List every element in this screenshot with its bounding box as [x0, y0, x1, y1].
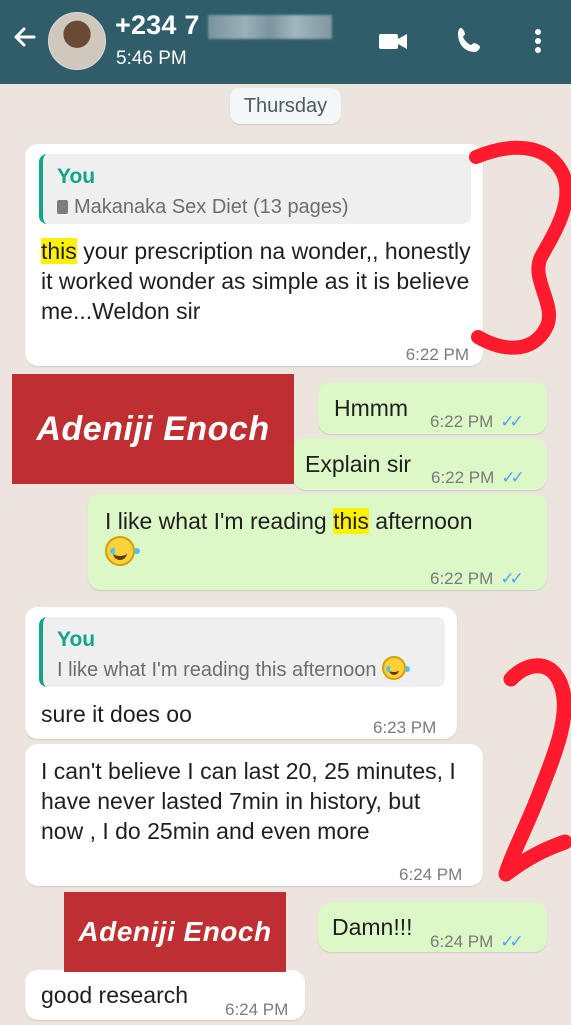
chat-header: +234 7 5:46 PM [0, 0, 571, 84]
message-text: I like what I'm reading this afternoon [105, 506, 535, 568]
phone-icon[interactable] [452, 24, 486, 58]
red-bracket-annotation [469, 140, 571, 355]
laughing-emoji-icon [105, 536, 140, 566]
message-text: good research [41, 982, 189, 1008]
search-highlight: this [41, 238, 77, 264]
quoted-message[interactable]: You Makanaka Sex Diet (13 pages) [39, 154, 471, 224]
message-time: 6:23 PM [373, 718, 437, 737]
avatar[interactable] [48, 12, 106, 70]
quote-text: Makanaka Sex Diet (13 pages) [57, 192, 349, 222]
message-time: 6:22 PM ✓✓ [430, 569, 524, 588]
more-vert-icon[interactable] [521, 24, 555, 58]
message-text: Hmmm [334, 395, 409, 421]
outgoing-message-bubble[interactable]: Explain sir 6:22 PM ✓✓ [293, 438, 547, 490]
search-highlight: this [333, 508, 369, 534]
message-time: 6:22 PM ✓✓ [431, 468, 525, 487]
incoming-message-bubble[interactable]: good research 6:24 PM [25, 970, 305, 1020]
message-text: I can't believe I can last 20, 25 minute… [41, 758, 456, 844]
incoming-message-bubble[interactable]: You I like what I'm reading this afterno… [25, 607, 457, 739]
read-receipt-icon: ✓✓ [501, 468, 524, 487]
watermark-label: Adeniji Enoch [12, 374, 294, 484]
read-receipt-icon: ✓✓ [500, 932, 523, 951]
read-receipt-icon: ✓✓ [500, 412, 523, 431]
video-call-icon[interactable] [376, 24, 410, 58]
date-separator: Thursday [230, 88, 341, 124]
contact-name[interactable]: +234 7 [115, 10, 200, 41]
message-time: 6:22 PM ✓✓ [430, 412, 524, 431]
message-text: Damn!!! [332, 914, 413, 940]
message-time: 6:24 PM [399, 865, 463, 884]
quoted-message[interactable]: You I like what I'm reading this afterno… [39, 617, 445, 687]
laughing-emoji-icon [382, 656, 411, 680]
arrow-left-icon[interactable] [10, 22, 40, 52]
message-time: 6:24 PM [225, 1000, 289, 1019]
watermark-label: Adeniji Enoch [64, 892, 286, 972]
outgoing-message-bubble[interactable]: Hmmm 6:22 PM ✓✓ [318, 382, 547, 434]
redacted-number-blur [208, 15, 332, 39]
quote-author: You [57, 628, 96, 651]
message-text: Explain sir [305, 451, 412, 477]
red-number-two-annotation [498, 658, 571, 882]
message-text: this your prescription na wonder,, hones… [41, 238, 471, 324]
quote-author: You [57, 165, 96, 188]
outgoing-message-bubble[interactable]: I like what I'm reading this afternoon 6… [88, 494, 547, 590]
outgoing-message-bubble[interactable]: Damn!!! 6:24 PM ✓✓ [318, 902, 547, 952]
message-time: 6:24 PM ✓✓ [430, 932, 524, 951]
incoming-message-bubble[interactable]: You Makanaka Sex Diet (13 pages) this yo… [25, 144, 483, 366]
read-receipt-icon: ✓✓ [500, 569, 523, 588]
incoming-message-bubble[interactable]: I can't believe I can last 20, 25 minute… [25, 744, 483, 886]
quote-text: I like what I'm reading this afternoon [57, 655, 411, 685]
contact-status: 5:46 PM [116, 48, 187, 69]
document-icon [57, 200, 68, 214]
message-text: sure it does oo [41, 701, 192, 727]
